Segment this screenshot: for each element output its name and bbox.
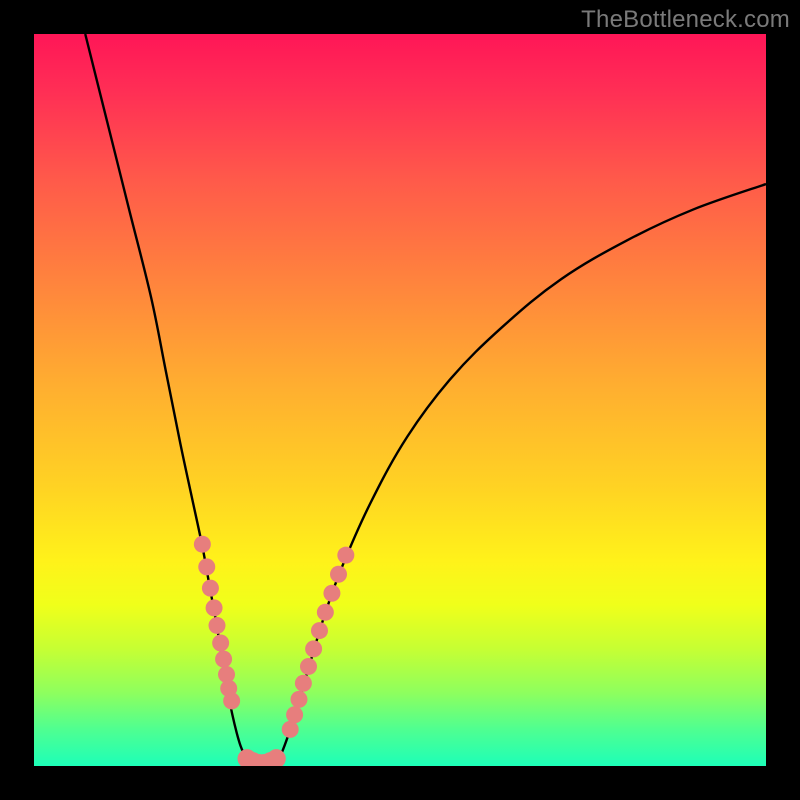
left-cluster-dot bbox=[223, 692, 240, 709]
right-cluster-dot bbox=[337, 547, 354, 564]
watermark-text: TheBottleneck.com bbox=[581, 6, 790, 34]
chart-svg bbox=[34, 34, 766, 766]
left-cluster-dot bbox=[209, 617, 226, 634]
right-cluster-dot bbox=[330, 566, 347, 583]
marker-group bbox=[194, 536, 354, 766]
right-cluster-dot bbox=[311, 622, 328, 639]
right-cluster-dot bbox=[305, 640, 322, 657]
plot-area bbox=[34, 34, 766, 766]
right-cluster-dot bbox=[286, 706, 303, 723]
curve-group bbox=[85, 34, 766, 765]
right-cluster-dot bbox=[323, 585, 340, 602]
left-cluster-dot bbox=[194, 536, 211, 553]
bottleneck-curve bbox=[85, 34, 766, 765]
chart-frame: TheBottleneck.com bbox=[0, 0, 800, 800]
right-cluster-dot bbox=[295, 675, 312, 692]
right-cluster-dot bbox=[317, 604, 334, 621]
right-cluster-dot bbox=[290, 691, 307, 708]
left-cluster-dot bbox=[215, 651, 232, 668]
left-cluster-dot bbox=[206, 599, 223, 616]
left-cluster-dot bbox=[202, 580, 219, 597]
right-cluster-dot bbox=[282, 721, 299, 738]
left-cluster-dot bbox=[212, 635, 229, 652]
left-cluster-dot bbox=[198, 558, 215, 575]
right-cluster-dot bbox=[300, 658, 317, 675]
